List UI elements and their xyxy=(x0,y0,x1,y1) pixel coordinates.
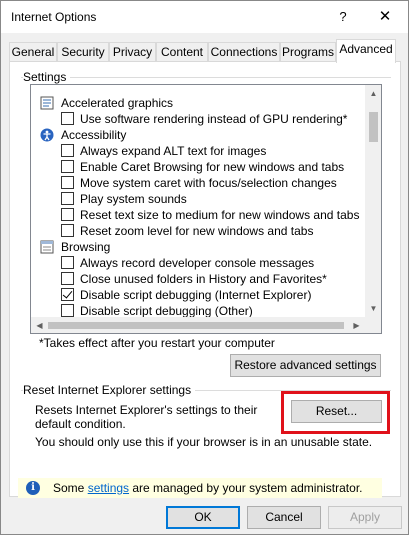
option-checkbox[interactable] xyxy=(61,112,74,125)
category-label: Accelerated graphics xyxy=(61,96,174,110)
vertical-scroll-thumb[interactable] xyxy=(369,112,378,142)
tab-privacy[interactable]: Privacy xyxy=(109,42,156,62)
option-label: Reset zoom level for new windows and tab… xyxy=(80,224,314,238)
reset-warning: You should only use this if your browser… xyxy=(35,435,373,449)
option-checkbox[interactable] xyxy=(61,208,74,221)
tab-content[interactable]: Content xyxy=(156,42,208,62)
infobar-message: Some settings are managed by your system… xyxy=(53,481,362,495)
tab-security[interactable]: Security xyxy=(57,42,109,62)
option-label: Disable script debugging (Internet Explo… xyxy=(80,288,312,302)
option-checkbox[interactable] xyxy=(61,176,74,189)
option-checkbox[interactable] xyxy=(61,160,74,173)
vertical-scrollbar[interactable]: ▲ ▼ xyxy=(365,85,381,317)
apply-button[interactable]: Apply xyxy=(328,506,402,529)
option-checkbox[interactable] xyxy=(61,304,74,317)
highlight-box xyxy=(281,391,390,434)
option-label: Reset text size to medium for new window… xyxy=(80,208,360,222)
option-label: Use software rendering instead of GPU re… xyxy=(80,112,348,126)
tab-general[interactable]: General xyxy=(9,42,57,62)
tab-connections[interactable]: Connections xyxy=(208,42,280,62)
option-checkbox[interactable] xyxy=(61,224,74,237)
info-icon: i xyxy=(26,481,40,495)
option-label: Play system sounds xyxy=(80,192,187,206)
settings-group-line xyxy=(21,77,391,78)
restore-advanced-settings-button[interactable]: Restore advanced settings xyxy=(230,354,381,377)
close-button[interactable]: ✕ xyxy=(373,6,397,28)
advanced-settings-list[interactable]: Accelerated graphics Use software renderi… xyxy=(30,84,382,334)
title-bar: Internet Options ? ✕ xyxy=(1,1,408,33)
option-checkbox[interactable] xyxy=(61,144,74,157)
reset-group-label: Reset Internet Explorer settings xyxy=(23,383,196,397)
internet-options-dialog: Internet Options ? ✕ General Security Pr… xyxy=(0,0,409,535)
settings-group-label: Settings xyxy=(23,70,71,84)
option-checkbox[interactable] xyxy=(61,272,74,285)
option-checkbox[interactable] xyxy=(61,288,74,301)
accessibility-icon xyxy=(40,128,54,142)
option-checkbox[interactable] xyxy=(61,192,74,205)
option-label: Always record developer console messages xyxy=(80,256,315,270)
scroll-down-icon[interactable]: ▼ xyxy=(365,300,381,317)
infobar-suffix: are managed by your system administrator… xyxy=(129,481,363,495)
reset-description: Resets Internet Explorer's settings to t… xyxy=(35,403,258,431)
category-label: Accessibility xyxy=(61,128,127,142)
scroll-corner xyxy=(365,317,381,333)
option-checkbox[interactable] xyxy=(61,256,74,269)
infobar-prefix: Some xyxy=(53,481,88,495)
monitor-icon xyxy=(40,96,54,110)
ok-button[interactable]: OK xyxy=(166,506,240,529)
browsing-icon xyxy=(40,240,54,254)
horizontal-scrollbar[interactable]: ◀ ▶ xyxy=(31,317,365,333)
cancel-button[interactable]: Cancel xyxy=(247,506,321,529)
option-label: Always expand ALT text for images xyxy=(80,144,267,158)
tab-programs[interactable]: Programs xyxy=(280,42,336,62)
option-label: Move system caret with focus/selection c… xyxy=(80,176,337,190)
restart-note: *Takes effect after you restart your com… xyxy=(39,336,275,350)
window-title: Internet Options xyxy=(11,10,97,24)
scroll-left-icon[interactable]: ◀ xyxy=(31,317,48,333)
help-button[interactable]: ? xyxy=(331,6,355,28)
option-label: Enable Caret Browsing for new windows an… xyxy=(80,160,345,174)
horizontal-scroll-thumb[interactable] xyxy=(48,322,344,329)
managed-settings-infobar: i Some settings are managed by your syst… xyxy=(18,478,382,498)
scroll-right-icon[interactable]: ▶ xyxy=(348,317,365,333)
option-label: Close unused folders in History and Favo… xyxy=(80,272,327,286)
settings-link[interactable]: settings xyxy=(88,481,129,495)
tab-advanced[interactable]: Advanced xyxy=(336,39,396,63)
scroll-up-icon[interactable]: ▲ xyxy=(365,85,381,102)
category-label: Browsing xyxy=(61,240,111,254)
